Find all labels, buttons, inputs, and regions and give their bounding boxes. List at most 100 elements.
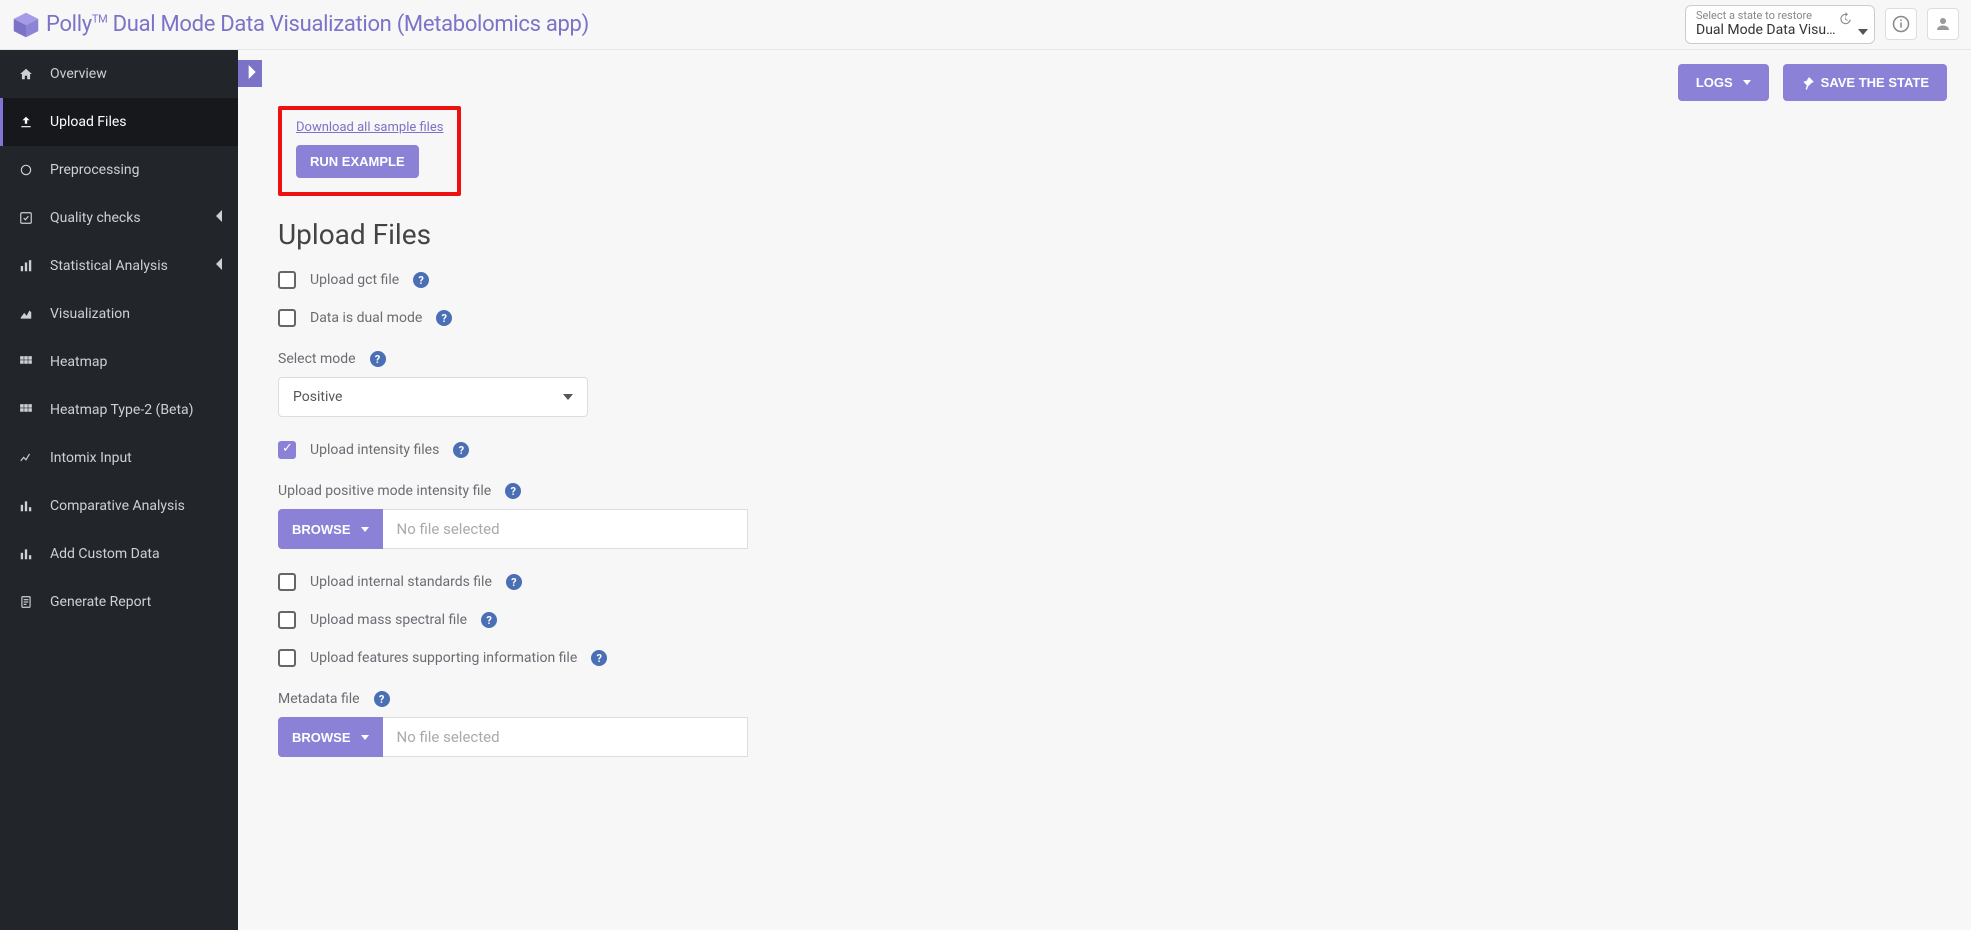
metadata-file-display: No file selected bbox=[383, 717, 749, 757]
sidebar: Overview Upload Files Preprocessing Qual… bbox=[0, 50, 238, 930]
internal-standards-checkbox[interactable] bbox=[278, 573, 296, 591]
upload-intensity-checkbox[interactable] bbox=[278, 441, 296, 459]
download-sample-files-link[interactable]: Download all sample files bbox=[296, 120, 443, 135]
caret-down-icon bbox=[1858, 29, 1868, 35]
doc-icon bbox=[18, 595, 34, 609]
browse-metadata-button[interactable]: BROWSE bbox=[278, 717, 383, 757]
internal-standards-label: Upload internal standards file bbox=[310, 574, 492, 590]
dual-mode-label: Data is dual mode bbox=[310, 310, 422, 326]
sidebar-item-overview[interactable]: Overview bbox=[0, 50, 238, 98]
bars-icon bbox=[18, 547, 34, 561]
user-icon bbox=[1934, 15, 1952, 33]
features-info-label: Upload features supporting information f… bbox=[310, 650, 577, 666]
upload-intensity-label: Upload intensity files bbox=[310, 442, 439, 458]
metadata-file-row: BROWSE No file selected bbox=[278, 717, 748, 757]
help-icon[interactable]: ? bbox=[374, 691, 390, 707]
select-mode-label: Select mode bbox=[278, 351, 356, 367]
top-actions: LOGS SAVE THE STATE bbox=[1678, 64, 1947, 101]
grid-icon bbox=[18, 355, 34, 369]
sidebar-item-label: Generate Report bbox=[50, 594, 151, 610]
sidebar-item-preprocessing[interactable]: Preprocessing bbox=[0, 146, 238, 194]
positive-file-display: No file selected bbox=[383, 509, 749, 549]
sidebar-item-intomix-input[interactable]: Intomix Input bbox=[0, 434, 238, 482]
page-title: Upload Files bbox=[278, 218, 1098, 251]
pin-icon bbox=[1801, 76, 1815, 90]
select-mode-value: Positive bbox=[293, 389, 342, 405]
mass-spectral-checkbox[interactable] bbox=[278, 611, 296, 629]
help-icon[interactable]: ? bbox=[481, 612, 497, 628]
state-restore-label: Select a state to restore bbox=[1696, 10, 1844, 22]
pager bbox=[238, 60, 262, 87]
polly-logo-icon bbox=[12, 11, 40, 39]
features-info-checkbox[interactable] bbox=[278, 649, 296, 667]
chevron-left-icon bbox=[216, 258, 224, 274]
history-icon bbox=[1838, 12, 1852, 26]
pager-next-icon[interactable] bbox=[240, 60, 262, 87]
select-mode-block: Select mode ? Positive bbox=[278, 351, 1098, 417]
save-state-label: SAVE THE STATE bbox=[1821, 75, 1929, 90]
mass-spectral-row: Upload mass spectral file ? bbox=[278, 611, 1098, 629]
upload-intensity-row: Upload intensity files ? bbox=[278, 441, 1098, 459]
sidebar-item-statistical-analysis[interactable]: Statistical Analysis bbox=[0, 242, 238, 290]
run-example-button[interactable]: RUN EXAMPLE bbox=[296, 145, 419, 178]
sidebar-item-label: Visualization bbox=[50, 306, 130, 322]
state-restore-value: Dual Mode Data Visu… bbox=[1696, 22, 1844, 39]
browse-positive-button[interactable]: BROWSE bbox=[278, 509, 383, 549]
help-icon[interactable]: ? bbox=[505, 483, 521, 499]
upload-gct-checkbox[interactable] bbox=[278, 271, 296, 289]
state-restore-dropdown[interactable]: Select a state to restore Dual Mode Data… bbox=[1685, 5, 1875, 44]
top-header: PollyTM Dual Mode Data Visualization (Me… bbox=[0, 0, 1971, 50]
chevron-left-icon bbox=[216, 210, 224, 226]
save-state-button[interactable]: SAVE THE STATE bbox=[1783, 64, 1947, 101]
sidebar-item-heatmap-type-2[interactable]: Heatmap Type-2 (Beta) bbox=[0, 386, 238, 434]
check-icon bbox=[18, 211, 34, 225]
sidebar-item-label: Heatmap Type-2 (Beta) bbox=[50, 402, 194, 418]
help-icon[interactable]: ? bbox=[370, 351, 386, 367]
help-icon[interactable]: ? bbox=[453, 442, 469, 458]
metadata-label: Metadata file bbox=[278, 691, 360, 707]
line-icon bbox=[18, 451, 34, 465]
stats-icon bbox=[18, 259, 34, 273]
sidebar-item-add-custom-data[interactable]: Add Custom Data bbox=[0, 530, 238, 578]
metadata-block: Metadata file ? BROWSE No file selected bbox=[278, 691, 1098, 757]
help-icon[interactable]: ? bbox=[591, 650, 607, 666]
sidebar-item-label: Quality checks bbox=[50, 210, 141, 226]
sidebar-item-label: Heatmap bbox=[50, 354, 107, 370]
sidebar-item-label: Intomix Input bbox=[50, 450, 132, 466]
dual-mode-checkbox[interactable] bbox=[278, 309, 296, 327]
sidebar-item-generate-report[interactable]: Generate Report bbox=[0, 578, 238, 626]
dual-mode-row: Data is dual mode ? bbox=[278, 309, 1098, 327]
positive-intensity-file-row: BROWSE No file selected bbox=[278, 509, 748, 549]
help-icon[interactable]: ? bbox=[436, 310, 452, 326]
sidebar-item-label: Statistical Analysis bbox=[50, 258, 168, 274]
help-icon[interactable]: ? bbox=[506, 574, 522, 590]
positive-intensity-block: Upload positive mode intensity file ? BR… bbox=[278, 483, 1098, 549]
sidebar-item-upload-files[interactable]: Upload Files bbox=[0, 98, 238, 146]
sidebar-item-quality-checks[interactable]: Quality checks bbox=[0, 194, 238, 242]
help-icon[interactable]: ? bbox=[413, 272, 429, 288]
header-left: PollyTM Dual Mode Data Visualization (Me… bbox=[12, 11, 589, 39]
upload-gct-label: Upload gct file bbox=[310, 272, 399, 288]
home-icon bbox=[18, 67, 34, 81]
logs-button[interactable]: LOGS bbox=[1678, 64, 1769, 101]
area-icon bbox=[18, 307, 34, 321]
info-button[interactable] bbox=[1885, 8, 1917, 40]
sample-highlight-box: Download all sample files RUN EXAMPLE bbox=[278, 106, 461, 196]
content: Download all sample files RUN EXAMPLE Up… bbox=[238, 50, 1138, 821]
internal-standards-row: Upload internal standards file ? bbox=[278, 573, 1098, 591]
brand-title: PollyTM Dual Mode Data Visualization (Me… bbox=[46, 12, 589, 37]
user-button[interactable] bbox=[1927, 8, 1959, 40]
select-mode-dropdown[interactable]: Positive bbox=[278, 377, 588, 417]
sidebar-item-heatmap[interactable]: Heatmap bbox=[0, 338, 238, 386]
sidebar-item-label: Overview bbox=[50, 66, 107, 82]
sidebar-item-visualization[interactable]: Visualization bbox=[0, 290, 238, 338]
grid-icon bbox=[18, 403, 34, 417]
upload-icon bbox=[18, 115, 34, 129]
upload-gct-row: Upload gct file ? bbox=[278, 271, 1098, 289]
sidebar-item-comparative-analysis[interactable]: Comparative Analysis bbox=[0, 482, 238, 530]
header-right: Select a state to restore Dual Mode Data… bbox=[1685, 5, 1959, 44]
sidebar-item-label: Comparative Analysis bbox=[50, 498, 185, 514]
positive-intensity-label: Upload positive mode intensity file bbox=[278, 483, 491, 499]
main-panel: LOGS SAVE THE STATE Download all sample … bbox=[238, 50, 1971, 930]
sidebar-item-label: Preprocessing bbox=[50, 162, 140, 178]
